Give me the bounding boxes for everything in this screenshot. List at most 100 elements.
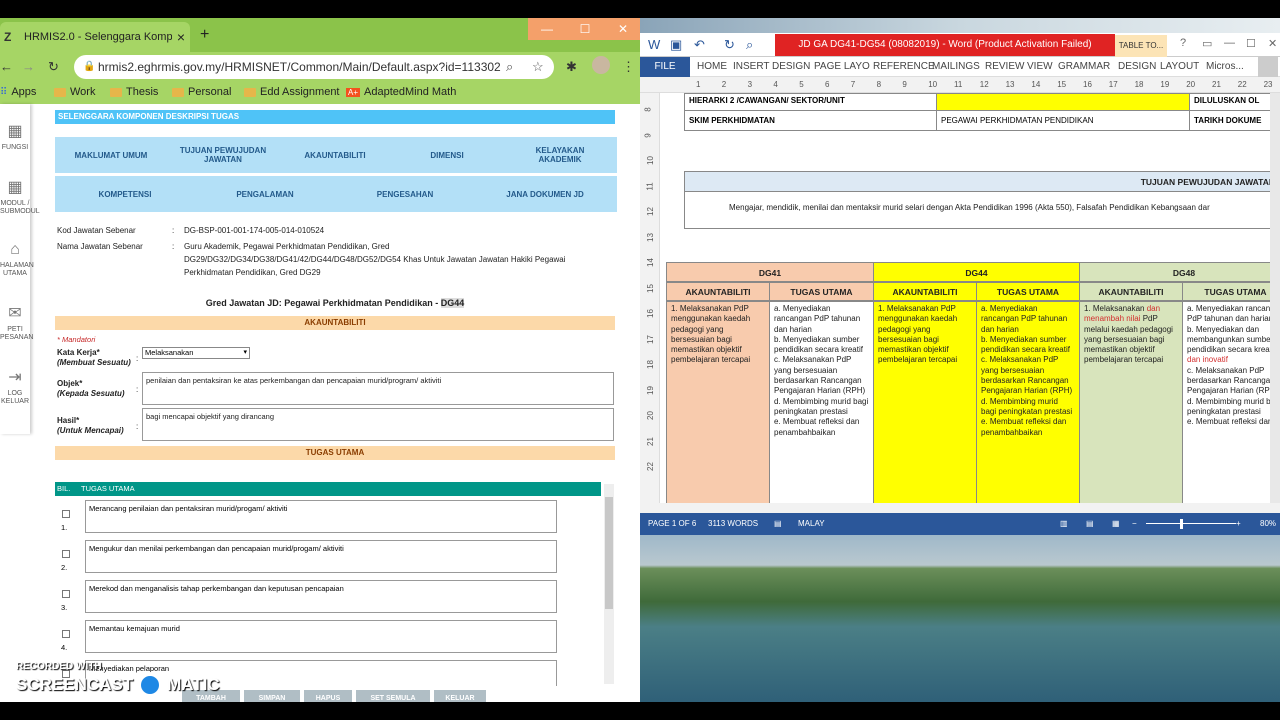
new-tab-icon[interactable]: + <box>200 26 209 44</box>
nav-log-keluar[interactable]: ⇥ LOG KELUAR <box>0 368 30 406</box>
address-input[interactable]: 🔒 hrmis2.eghrmis.gov.my/HRMISNET/Common/… <box>74 55 554 79</box>
page-count[interactable]: PAGE 1 OF 6 <box>648 513 696 535</box>
nav-peti-pesanan[interactable]: ✉ PETI PESANAN <box>0 304 33 342</box>
proofing-icon[interactable]: ▤ <box>774 513 782 535</box>
horizontal-ruler[interactable]: 1 2 3 4 5 6 7 8 9 10 11 12 13 14 15 16 17 18 19 20 21 22 23 <box>640 77 1280 93</box>
undo-icon[interactable]: ↶ <box>694 37 705 53</box>
extension-icon[interactable]: ✱ <box>566 59 577 75</box>
print-layout-icon[interactable]: ▤ <box>1086 513 1094 535</box>
read-mode-icon[interactable]: ▥ <box>1060 513 1068 535</box>
maximize-icon[interactable]: ☐ <box>1246 37 1256 50</box>
ruler-tick: 23 <box>1263 80 1273 89</box>
bookmark-adaptedmind[interactable]: A+ AdaptedMind Math <box>346 86 456 98</box>
menu-kelayakan-akademik[interactable]: KELAYAKAN AKADEMIK <box>515 137 605 173</box>
task-field[interactable]: Memantau kemajuan murid <box>85 620 557 653</box>
tab-insert[interactable]: INSERT <box>733 61 770 72</box>
menu-akauntabiliti[interactable]: AKAUNTABILITI <box>287 137 383 173</box>
save-icon[interactable]: ▣ <box>670 37 682 53</box>
redo-icon[interactable]: ↻ <box>724 37 735 53</box>
zoom-slider-thumb[interactable] <box>1180 519 1183 529</box>
print-preview-icon[interactable]: ⌕ <box>746 37 753 53</box>
screen-top-bar <box>0 0 1280 18</box>
zoom-in-icon[interactable]: + <box>1236 513 1241 535</box>
avatar[interactable] <box>592 56 610 74</box>
ribbon-display-icon[interactable]: ▭ <box>1202 37 1212 50</box>
row-checkbox[interactable] <box>62 550 70 558</box>
forward-icon[interactable]: → <box>22 59 35 74</box>
simpan-button[interactable]: SIMPAN <box>244 690 300 702</box>
row-checkbox[interactable] <box>62 630 70 638</box>
menu-icon[interactable]: ⋮ <box>622 59 635 75</box>
close-icon[interactable]: ✕ <box>1268 37 1277 50</box>
help-icon[interactable]: ? <box>1180 37 1186 49</box>
task-field[interactable]: Merekod dan menganalisis tahap perkemban… <box>85 580 557 613</box>
menu-row-1: MAKLUMAT UMUM TUJUAN PEWUJUDAN JAWATAN A… <box>55 137 617 173</box>
ruler-tick: 18 <box>1134 80 1144 89</box>
task-field[interactable]: Mengukur dan menilai perkembangan dan pe… <box>85 540 557 573</box>
tab-review[interactable]: REVIEW <box>985 61 1024 72</box>
account-name[interactable]: Micros... <box>1206 61 1244 72</box>
tab-file[interactable]: FILE <box>640 57 690 77</box>
row-checkbox[interactable] <box>62 510 70 518</box>
tab-table-design[interactable]: DESIGN <box>1118 61 1156 72</box>
bookmark-personal[interactable]: Personal <box>172 86 231 98</box>
vertical-ruler[interactable]: 8 9 10 11 12 13 14 15 16 17 18 19 20 21 22 <box>640 93 660 503</box>
tab-design[interactable]: DESIGN <box>772 61 810 72</box>
ruler-tick: 17 <box>1108 80 1118 89</box>
bookmark-star-icon[interactable]: ☆ <box>532 55 544 79</box>
back-icon[interactable]: ← <box>0 59 13 74</box>
maximize-icon[interactable]: ☐ <box>566 18 604 40</box>
task-field[interactable]: Merancang penilaian dan pentaksiran muri… <box>85 500 557 533</box>
menu-tujuan-pewujudan[interactable]: TUJUAN PEWUJUDAN JAWATAN <box>171 137 275 173</box>
menu-kompetensi[interactable]: KOMPETENSI <box>75 176 175 212</box>
horizontal-scrollbar[interactable] <box>640 503 1280 513</box>
tab-view[interactable]: VIEW <box>1027 61 1053 72</box>
bookmark-thesis[interactable]: Thesis <box>110 86 158 98</box>
zoom-level[interactable]: 80% <box>1260 513 1276 535</box>
search-icon[interactable]: ⌕ <box>506 55 513 79</box>
word-count[interactable]: 3113 WORDS <box>708 513 758 535</box>
tab-mailings[interactable]: MAILINGS <box>932 61 980 72</box>
set-semula-button[interactable]: SET SEMULA <box>356 690 430 702</box>
minimize-icon[interactable]: — <box>528 18 566 40</box>
menu-pengesahan[interactable]: PENGESAHAN <box>355 176 455 212</box>
nav-halaman-utama[interactable]: ⌂ HALAMAN UTAMA <box>0 240 34 278</box>
browser-tab[interactable]: Z HRMIS2.0 - Selenggara Kompon × <box>0 22 190 52</box>
menu-jana-dokumen[interactable]: JANA DOKUMEN JD <box>495 176 595 212</box>
nav-modul[interactable]: ▦ MODUL / SUBMODUL <box>0 178 40 216</box>
bookmark-label: Work <box>70 86 96 98</box>
tab-page-layout[interactable]: PAGE LAYO <box>814 61 870 72</box>
bookmark-edd-assignment[interactable]: Edd Assignment <box>244 86 340 98</box>
objek-field[interactable]: penilaian dan pentaksiran ke atas perkem… <box>142 372 614 405</box>
tab-table-layout[interactable]: LAYOUT <box>1160 61 1199 72</box>
zoom-out-icon[interactable]: − <box>1132 513 1137 535</box>
row-checkbox[interactable] <box>62 590 70 598</box>
scrollbar-thumb[interactable] <box>605 497 613 609</box>
reload-icon[interactable]: ↻ <box>48 59 59 75</box>
close-window-icon[interactable]: ✕ <box>604 18 640 40</box>
web-layout-icon[interactable]: ▦ <box>1112 513 1120 535</box>
bookmark-work[interactable]: Work <box>54 86 95 98</box>
zoom-slider[interactable] <box>1146 523 1236 524</box>
kata-kerja-select[interactable]: Melaksanakan ▾ <box>142 347 250 359</box>
bookmark-apps[interactable]: ⠿ Apps <box>0 86 36 98</box>
minimize-icon[interactable]: — <box>1224 37 1235 49</box>
close-tab-icon[interactable]: × <box>172 29 190 45</box>
hapus-button[interactable]: HAPUS <box>304 690 352 702</box>
menu-maklumat-umum[interactable]: MAKLUMAT UMUM <box>63 137 159 173</box>
word-scrollbar[interactable] <box>1270 93 1280 503</box>
language[interactable]: MALAY <box>798 513 825 535</box>
menu-pengalaman[interactable]: PENGALAMAN <box>215 176 315 212</box>
keluar-button[interactable]: KELUAR <box>434 690 486 702</box>
menu-dimensi[interactable]: DIMENSI <box>399 137 495 173</box>
tab-references[interactable]: REFERENCE <box>873 61 935 72</box>
nav-fungsi[interactable]: ▦ FUNGSI <box>0 122 30 152</box>
mail-icon: ✉ <box>8 305 22 322</box>
account-avatar[interactable] <box>1258 57 1278 77</box>
chrome-window: Z HRMIS2.0 - Selenggara Kompon × + — ☐ ✕… <box>0 18 640 702</box>
table-tools-tab[interactable]: TABLE TO... <box>1115 35 1167 57</box>
hasil-field[interactable]: bagi mencapai objektif yang dirancang <box>142 408 614 441</box>
tab-home[interactable]: HOME <box>697 61 727 72</box>
dg48-tugas-cell: a. Menyediakan rancangan PdP tahunan dan… <box>1182 301 1270 503</box>
tab-grammar[interactable]: GRAMMAR <box>1058 61 1110 72</box>
